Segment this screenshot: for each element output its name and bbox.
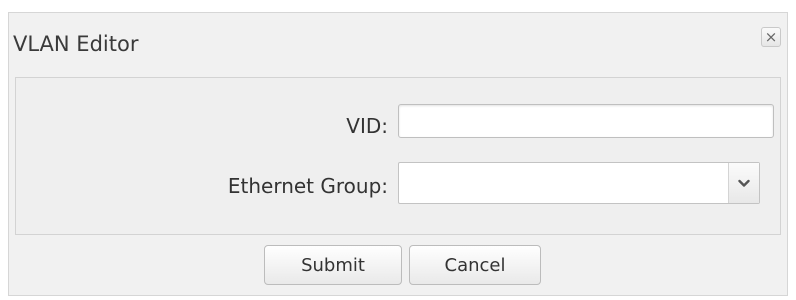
form-panel: VID: Ethernet Group:	[15, 77, 781, 235]
close-button[interactable]: ×	[761, 27, 781, 47]
vlan-editor-dialog: VLAN Editor × VID: Ethernet Group: Submi…	[8, 12, 788, 296]
dialog-title: VLAN Editor	[13, 32, 139, 56]
ethernet-group-label: Ethernet Group:	[227, 174, 388, 198]
dropdown-arrow-button[interactable]	[728, 163, 759, 203]
submit-button[interactable]: Submit	[264, 245, 402, 285]
ethernet-group-select[interactable]	[398, 162, 760, 204]
chevron-down-icon	[738, 179, 750, 187]
vid-input[interactable]	[398, 104, 774, 138]
close-icon: ×	[764, 27, 778, 46]
cancel-button[interactable]: Cancel	[409, 245, 541, 285]
vid-label: VID:	[346, 114, 388, 138]
